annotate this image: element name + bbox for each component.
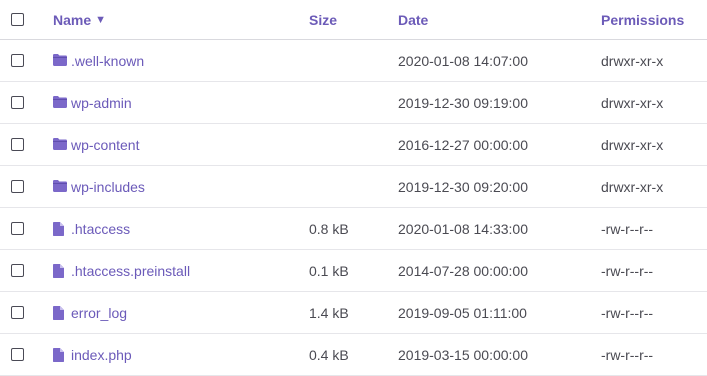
- file-permissions: -rw-r--r--: [601, 262, 654, 279]
- file-name-link[interactable]: wp-includes: [53, 179, 145, 195]
- row-checkbox-cell: [11, 82, 27, 123]
- file-date: 2014-07-28 00:00:00: [398, 262, 528, 279]
- file-name-link[interactable]: index.php: [53, 347, 132, 363]
- file-name: wp-content: [71, 136, 140, 153]
- table-row-3[interactable]: wp-includes 2019-12-30 09:20:00 drwxr-xr…: [0, 166, 707, 208]
- file-name: wp-includes: [71, 178, 145, 195]
- name-cell: wp-includes: [53, 166, 145, 207]
- file-date: 2019-12-30 09:19:00: [398, 94, 528, 111]
- file-date: 2016-12-27 00:00:00: [398, 136, 528, 153]
- file-name: index.php: [71, 346, 132, 363]
- sort-descending-icon: ▼: [95, 13, 107, 26]
- file-date: 2020-01-08 14:33:00: [398, 220, 528, 237]
- row-checkbox[interactable]: [11, 348, 24, 361]
- file-icon: [53, 221, 67, 236]
- column-header-name-label: Name: [53, 11, 92, 28]
- row-checkbox-cell: [11, 166, 27, 207]
- file-name: error_log: [71, 304, 128, 321]
- name-cell: .well-known: [53, 40, 144, 81]
- file-size: 1.4 kB: [309, 304, 349, 321]
- name-cell: error_log: [53, 292, 127, 333]
- file-name-link[interactable]: wp-content: [53, 137, 139, 153]
- file-permissions: -rw-r--r--: [601, 346, 654, 363]
- row-checkbox[interactable]: [11, 138, 24, 151]
- column-header-size[interactable]: Size: [309, 0, 337, 39]
- file-permissions: -rw-r--r--: [601, 220, 654, 237]
- row-checkbox-cell: [11, 208, 27, 249]
- file-size: 0.1 kB: [309, 262, 349, 279]
- name-cell: .htaccess: [53, 208, 130, 249]
- file-name-link[interactable]: error_log: [53, 305, 127, 321]
- table-row-6[interactable]: error_log 1.4 kB 2019-09-05 01:11:00 -rw…: [0, 292, 707, 334]
- table-row-2[interactable]: wp-content 2016-12-27 00:00:00 drwxr-xr-…: [0, 124, 707, 166]
- row-checkbox[interactable]: [11, 264, 24, 277]
- row-checkbox-cell: [11, 124, 27, 165]
- file-name-link[interactable]: wp-admin: [53, 95, 132, 111]
- file-permissions: -rw-r--r--: [601, 304, 654, 321]
- row-checkbox[interactable]: [11, 54, 24, 67]
- file-date: 2019-09-05 01:11:00: [398, 304, 527, 321]
- file-name: .htaccess.preinstall: [71, 262, 191, 279]
- folder-icon: [53, 95, 67, 110]
- file-name: wp-admin: [71, 94, 132, 111]
- file-date: 2019-12-30 09:20:00: [398, 178, 528, 195]
- file-date: 2019-03-15 00:00:00: [398, 346, 528, 363]
- table-body: .well-known 2020-01-08 14:07:00 drwxr-xr…: [0, 40, 707, 376]
- table-row-7[interactable]: index.php 0.4 kB 2019-03-15 00:00:00 -rw…: [0, 334, 707, 376]
- file-permissions: drwxr-xr-x: [601, 136, 664, 153]
- file-name-link[interactable]: .htaccess.preinstall: [53, 263, 190, 279]
- file-size: 0.8 kB: [309, 220, 349, 237]
- table-row-1[interactable]: wp-admin 2019-12-30 09:19:00 drwxr-xr-x: [0, 82, 707, 124]
- folder-icon: [53, 53, 67, 68]
- folder-icon: [53, 137, 67, 152]
- row-checkbox[interactable]: [11, 180, 24, 193]
- name-cell: index.php: [53, 334, 132, 375]
- row-checkbox-cell: [11, 292, 27, 333]
- select-all-checkbox[interactable]: [11, 13, 24, 26]
- column-header-permissions[interactable]: Permissions: [601, 0, 684, 39]
- table-row-5[interactable]: .htaccess.preinstall 0.1 kB 2014-07-28 0…: [0, 250, 707, 292]
- file-size: 0.4 kB: [309, 346, 349, 363]
- row-checkbox[interactable]: [11, 222, 24, 235]
- file-name: .well-known: [71, 52, 145, 69]
- row-checkbox-cell: [11, 40, 27, 81]
- file-icon: [53, 347, 67, 362]
- header-checkbox-cell: [11, 0, 27, 39]
- file-table: Name ▼ Size Date Permissions .well-known…: [0, 0, 707, 376]
- row-checkbox-cell: [11, 250, 27, 291]
- row-checkbox[interactable]: [11, 306, 24, 319]
- file-date: 2020-01-08 14:07:00: [398, 52, 528, 69]
- name-cell: wp-content: [53, 124, 139, 165]
- row-checkbox-cell: [11, 334, 27, 375]
- file-permissions: drwxr-xr-x: [601, 94, 664, 111]
- name-cell: .htaccess.preinstall: [53, 250, 190, 291]
- table-header: Name ▼ Size Date Permissions: [0, 0, 707, 40]
- file-permissions: drwxr-xr-x: [601, 178, 664, 195]
- file-icon: [53, 263, 67, 278]
- table-row-4[interactable]: .htaccess 0.8 kB 2020-01-08 14:33:00 -rw…: [0, 208, 707, 250]
- file-permissions: drwxr-xr-x: [601, 52, 664, 69]
- name-cell: wp-admin: [53, 82, 132, 123]
- file-icon: [53, 305, 67, 320]
- file-name-link[interactable]: .well-known: [53, 53, 144, 69]
- folder-icon: [53, 179, 67, 194]
- file-name: .htaccess: [71, 220, 131, 237]
- row-checkbox[interactable]: [11, 96, 24, 109]
- file-name-link[interactable]: .htaccess: [53, 221, 130, 237]
- column-header-name[interactable]: Name ▼: [53, 0, 106, 39]
- column-header-date[interactable]: Date: [398, 0, 428, 39]
- table-row-0[interactable]: .well-known 2020-01-08 14:07:00 drwxr-xr…: [0, 40, 707, 82]
